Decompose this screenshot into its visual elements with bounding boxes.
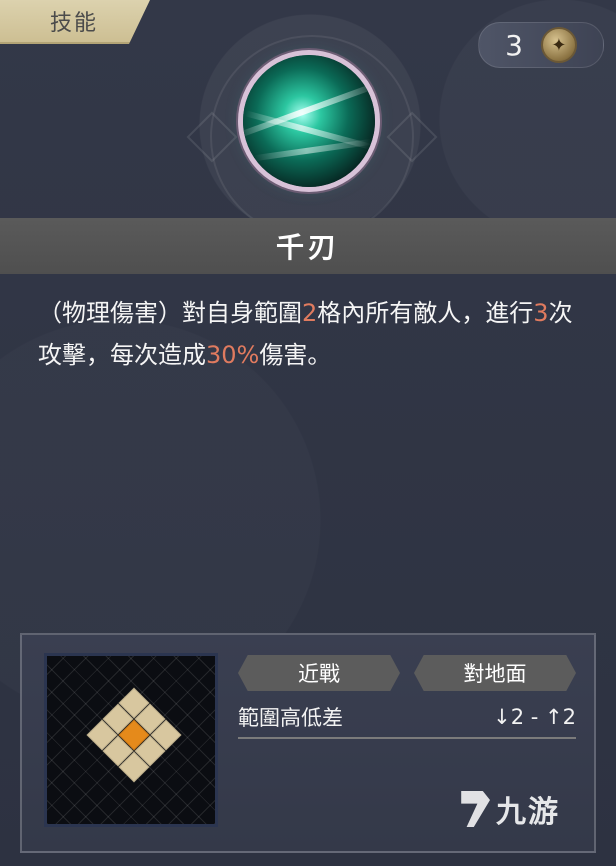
height-range-row: 範圍高低差 ↓2 - ↑2: [238, 697, 576, 739]
blade-storm-icon: [243, 55, 375, 187]
site-watermark: 九游: [454, 774, 604, 844]
height-range-value: ↓2 - ↑2: [493, 705, 576, 729]
height-range-label: 範圍高低差: [238, 706, 343, 730]
skills-tab[interactable]: 技能: [0, 0, 150, 44]
desc-highlight: 3: [533, 299, 549, 327]
skill-title-bar: 千刃: [0, 218, 616, 274]
skill-name: 千刃: [275, 231, 340, 264]
skills-tab-label: 技能: [50, 11, 99, 36]
skill-description: （物理傷害）對自身範圍2格內所有敵人，進行3次攻擊，每次造成30%傷害。: [38, 292, 588, 376]
tag-melee: 近戰: [238, 655, 400, 691]
tag-ground: 對地面: [414, 655, 576, 691]
watermark-text: 九游: [496, 795, 560, 830]
sparkle-icon: ✦: [540, 27, 577, 63]
skill-cost-value: 3: [505, 28, 523, 62]
skill-cost-pill: 3 ✦: [478, 22, 604, 68]
desc-highlight: 30%: [206, 341, 260, 369]
desc-text: （物理傷害）對自身範圍: [38, 299, 302, 327]
desc-text: 格內所有敵人，進行: [317, 299, 534, 327]
attack-range-grid: [44, 653, 218, 827]
desc-text: 傷害。: [259, 341, 332, 369]
desc-highlight: 2: [302, 299, 318, 327]
slash-stroke: [253, 138, 373, 162]
jiuyou-logo-icon: [461, 791, 490, 827]
